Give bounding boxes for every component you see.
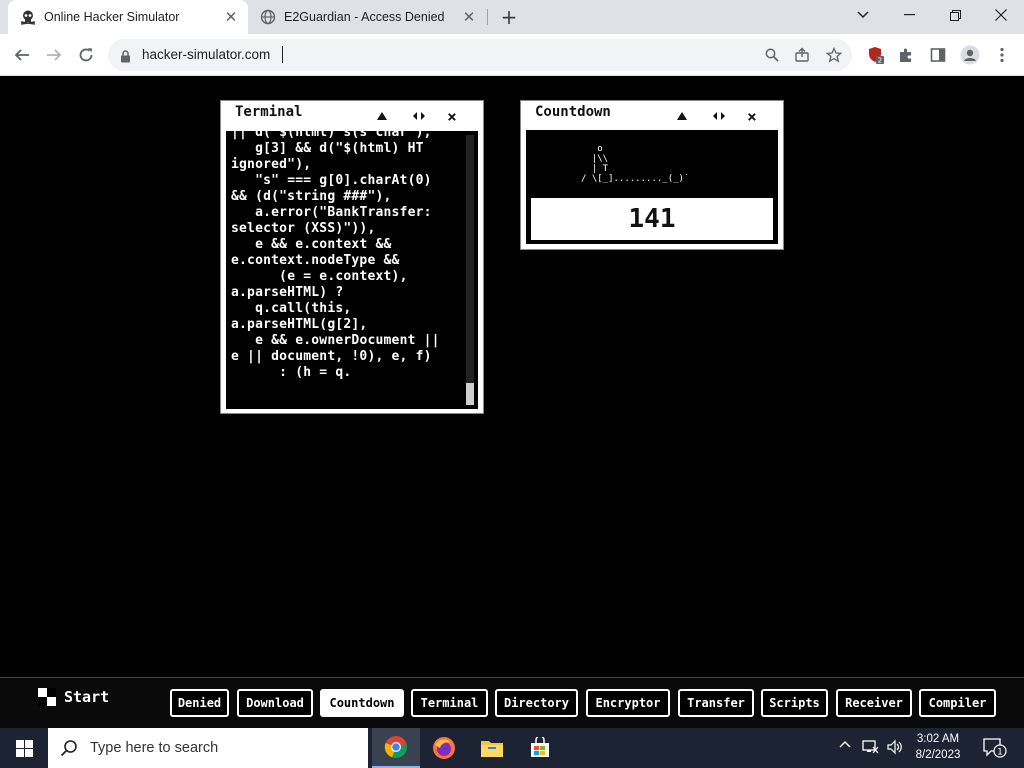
chevron-up-icon[interactable] [838, 738, 852, 756]
taskbar-button-encryptor[interactable]: Encryptor [586, 689, 670, 717]
skull-icon [20, 9, 36, 25]
search-placeholder: Type here to search [90, 740, 219, 756]
countdown-screen: o |\\ | T / \[_]........._(_)˙ 141 [526, 130, 778, 244]
profile-avatar-icon[interactable] [956, 41, 984, 69]
bomb-ascii-art: o |\\ | T / \[_]........._(_)˙ [581, 144, 690, 184]
minimize-triangle-icon[interactable] [673, 107, 691, 125]
minimize-window-button[interactable] [886, 0, 932, 30]
microsoft-store-icon[interactable] [516, 728, 564, 768]
terminal-screen[interactable]: || d( $(html) s(s char ), g[3] && d("$(h… [226, 131, 478, 409]
terminal-titlebar[interactable]: Terminal × [221, 101, 483, 129]
taskbar-button-denied[interactable]: Denied [170, 689, 229, 717]
windows-search-box[interactable]: Type here to search [48, 728, 368, 768]
chrome-icon[interactable] [372, 728, 420, 768]
countdown-titlebar[interactable]: Countdown × [521, 101, 783, 129]
text-cursor [282, 46, 289, 63]
tab-search-chevron-icon[interactable] [840, 0, 886, 30]
notification-center-icon[interactable]: 1 [982, 737, 1008, 763]
tab-e2guardian[interactable]: E2Guardian - Access Denied ✕ [250, 0, 486, 34]
address-bar[interactable]: hacker-simulator.com [108, 39, 852, 71]
lock-icon[interactable] [120, 48, 131, 67]
back-arrow-icon[interactable] [8, 41, 36, 69]
notification-count: 1 [997, 748, 1003, 758]
share-icon[interactable] [788, 41, 816, 69]
minimize-triangle-icon[interactable] [373, 107, 391, 125]
simulator-taskbar: Start Denied Download Countdown Terminal… [0, 677, 1024, 728]
checkered-flag-icon [38, 688, 56, 706]
close-tab-icon[interactable]: ✕ [222, 8, 240, 26]
network-icon[interactable] [862, 739, 880, 759]
extension-badge: 2 [878, 57, 882, 65]
clock-date: 8/2/2023 [915, 749, 961, 761]
browser-toolbar: hacker-simulator.com 2 [0, 34, 1024, 76]
resize-arrows-icon[interactable] [710, 107, 728, 125]
taskbar-button-terminal[interactable]: Terminal [411, 689, 488, 717]
terminal-code-text: || d( $(html) s(s char ), g[3] && d("$(h… [231, 131, 440, 380]
close-x-icon[interactable]: × [743, 107, 761, 126]
windows-start-icon[interactable] [0, 728, 48, 768]
file-explorer-icon[interactable] [468, 728, 516, 768]
simulator-desktop: Terminal × || d( $(html) s(s char ), g[3… [0, 77, 1024, 677]
reload-icon[interactable] [72, 41, 100, 69]
url-text[interactable]: hacker-simulator.com [142, 47, 270, 62]
firefox-icon[interactable] [420, 728, 468, 768]
windows-taskbar: Type here to search 3:02 AM 8/2/2023 1 [0, 728, 1024, 768]
taskbar-button-download[interactable]: Download [237, 689, 313, 717]
close-tab-icon[interactable]: ✕ [460, 8, 478, 26]
taskbar-button-compiler[interactable]: Compiler [919, 689, 996, 717]
terminal-title: Terminal [235, 104, 303, 120]
tab-online-hacker-simulator[interactable]: Online Hacker Simulator ✕ [8, 0, 248, 34]
taskbar-button-transfer[interactable]: Transfer [678, 689, 754, 717]
bookmark-star-icon[interactable] [820, 41, 848, 69]
shield-extension-icon[interactable]: 2 [862, 41, 890, 69]
new-tab-button[interactable]: + [498, 5, 520, 29]
globe-icon [260, 9, 276, 25]
side-panel-icon[interactable] [924, 41, 952, 69]
clock-time: 3:02 AM [916, 733, 960, 745]
terminal-scrollbar-thumb[interactable] [466, 383, 474, 405]
system-clock[interactable]: 3:02 AM 8/2/2023 [908, 731, 968, 763]
kebab-menu-icon[interactable] [988, 41, 1016, 69]
close-x-icon[interactable]: × [443, 107, 461, 126]
search-icon [60, 739, 78, 757]
taskbar-button-directory[interactable]: Directory [495, 689, 578, 717]
forward-arrow-icon[interactable] [40, 41, 68, 69]
countdown-value: 141 [531, 198, 773, 240]
countdown-title: Countdown [535, 104, 611, 120]
sim-start-button[interactable]: Start [38, 688, 109, 706]
puzzle-extensions-icon[interactable] [892, 41, 920, 69]
tab-title: Online Hacker Simulator [44, 10, 180, 24]
restore-window-button[interactable] [932, 0, 978, 30]
close-window-button[interactable] [978, 0, 1024, 30]
taskbar-button-receiver[interactable]: Receiver [836, 689, 912, 717]
terminal-scrollbar-track[interactable] [466, 135, 474, 405]
taskbar-button-countdown[interactable]: Countdown [320, 689, 404, 717]
zoom-search-icon[interactable] [758, 41, 786, 69]
tab-divider [487, 9, 488, 25]
resize-arrows-icon[interactable] [410, 107, 428, 125]
start-label: Start [64, 688, 110, 706]
volume-icon[interactable] [886, 739, 904, 759]
terminal-window[interactable]: Terminal × || d( $(html) s(s char ), g[3… [220, 100, 484, 414]
taskbar-button-scripts[interactable]: Scripts [761, 689, 828, 717]
browser-tab-strip: Online Hacker Simulator ✕ E2Guardian - A… [0, 0, 1024, 34]
tab-title: E2Guardian - Access Denied [284, 10, 445, 24]
countdown-window[interactable]: Countdown × o |\\ | T / \[_]........._(_… [520, 100, 784, 250]
